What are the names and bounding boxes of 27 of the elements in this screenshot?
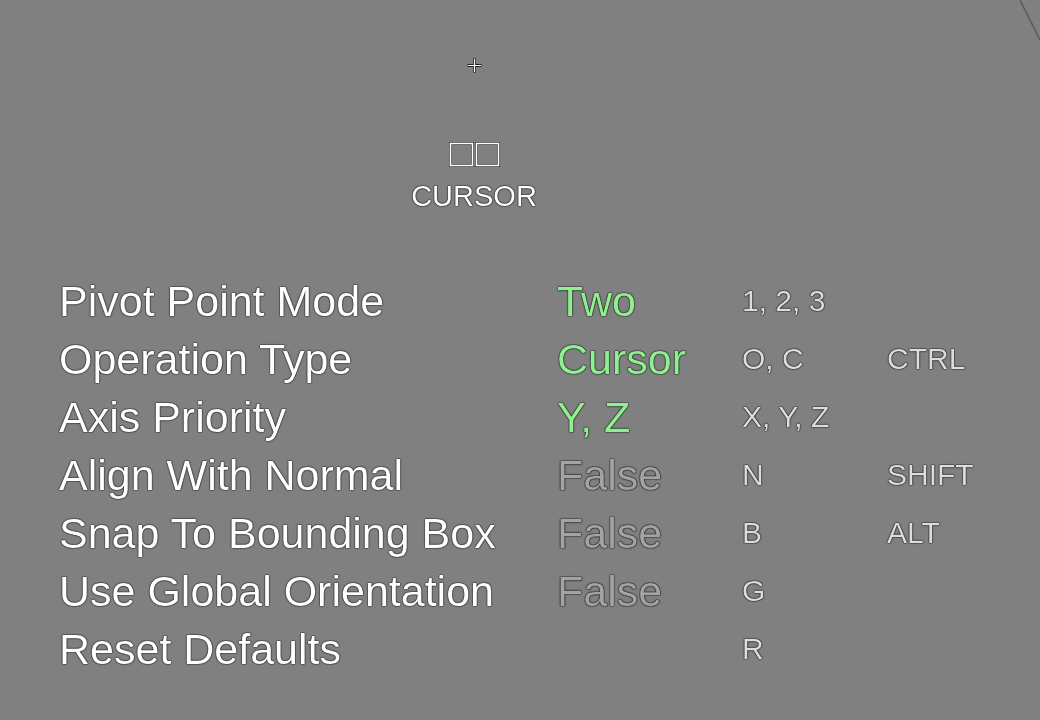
option-label: Reset Defaults (59, 624, 342, 674)
hotkey-text: G (742, 573, 766, 609)
option-value: Two (557, 276, 636, 326)
modifier-key-text: SHIFT (887, 457, 974, 493)
hotkey-text: O, C (742, 341, 804, 377)
option-label: Use Global Orientation (59, 566, 494, 616)
hotkey-text: X, Y, Z (742, 399, 830, 435)
hotkey-text: N (742, 457, 764, 493)
option-label: Pivot Point Mode (59, 276, 385, 326)
modifier-key-text: CTRL (887, 341, 966, 377)
option-label: Operation Type (59, 334, 353, 384)
option-value: False (557, 450, 663, 500)
option-label: Align With Normal (59, 450, 404, 500)
option-value: False (557, 508, 663, 558)
modifier-key-text: ALT (887, 515, 940, 551)
two-squares-icon (448, 142, 500, 167)
hotkey-text: R (742, 631, 764, 667)
tool-title: CURSOR (411, 179, 537, 213)
option-value: False (557, 566, 663, 616)
option-value: Cursor (557, 334, 687, 384)
option-value: Y, Z (557, 392, 631, 442)
option-label: Axis Priority (59, 392, 286, 442)
option-label: Snap To Bounding Box (59, 508, 496, 558)
diagonal-line (1020, 0, 1040, 40)
hotkey-text: 1, 2, 3 (742, 283, 826, 319)
crosshair-icon (466, 58, 482, 73)
hotkey-text: B (742, 515, 762, 551)
